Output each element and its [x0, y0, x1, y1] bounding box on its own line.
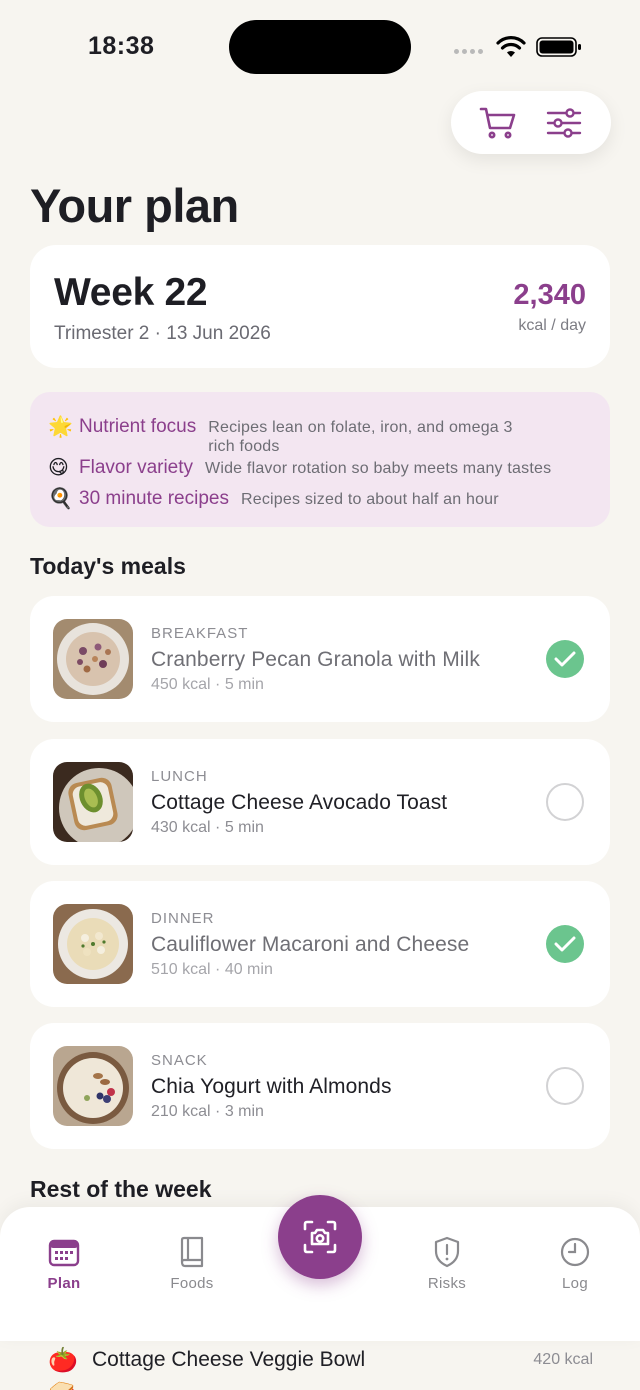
focus-row-nutrient: 🌟 Nutrient focus Recipes lean on folate,… — [48, 414, 513, 456]
focus-desc: Wide flavor rotation so baby meets many … — [205, 460, 552, 477]
star-icon: 🌟 — [48, 416, 73, 438]
cart-button[interactable] — [478, 103, 518, 143]
meal-name: Cauliflower Macaroni and Cheese — [151, 933, 470, 956]
meal-card-lunch[interactable]: LUNCH Cottage Cheese Avocado Toast 430 k… — [30, 739, 610, 865]
nav-log[interactable]: Log — [530, 1235, 620, 1292]
meal-meta: 430 kcal · 5 min — [151, 819, 264, 836]
meal-photo — [53, 762, 133, 842]
meal-name: Cranberry Pecan Granola with Milk — [151, 648, 480, 671]
focus-row-time: 🍳 30 minute recipes Recipes sized to abo… — [48, 486, 499, 512]
meal-name: Chia Yogurt with Almonds — [151, 1075, 392, 1098]
sliders-icon — [546, 107, 582, 138]
meal-done-checkbox[interactable] — [546, 783, 584, 821]
meal-meta: 450 kcal · 5 min — [151, 676, 264, 693]
section-title-today: Today's meals — [30, 553, 186, 579]
tomato-icon: 🍅 — [48, 1346, 78, 1374]
meal-photo — [53, 619, 133, 699]
pan-icon: 🍳 — [48, 488, 73, 510]
meal-card-breakfast[interactable]: BREAKFAST Cranberry Pecan Granola with M… — [30, 596, 610, 722]
daily-kcal-unit: kcal / day — [518, 317, 586, 334]
meal-photo — [53, 904, 133, 984]
smile-icon: 😋 — [48, 457, 69, 479]
meal-meta: 510 kcal · 40 min — [151, 961, 273, 978]
week-subtitle: Trimester 2 · 13 Jun 2026 — [54, 323, 271, 344]
plan-focus-card: 🌟 Nutrient focus Recipes lean on folate,… — [30, 392, 610, 527]
meal-type: DINNER — [151, 910, 215, 927]
nav-plan[interactable]: Plan — [19, 1235, 109, 1292]
nav-label: Risks — [427, 1275, 467, 1292]
filter-button[interactable] — [544, 103, 584, 143]
top-actions — [451, 91, 611, 154]
book-icon — [180, 1236, 204, 1268]
focus-desc-line: rich foods — [208, 438, 280, 455]
nav-risks[interactable]: Risks — [402, 1235, 492, 1292]
week-title: Week 22 — [54, 271, 208, 314]
calendar-icon — [48, 1239, 80, 1267]
week-meal-row-partial[interactable]: 🥪 — [48, 1380, 75, 1390]
focus-row-flavor: 😋 Flavor variety Wide flavor rotation so… — [48, 455, 551, 481]
scan-food-button[interactable] — [278, 1195, 362, 1279]
dynamic-island — [229, 20, 411, 74]
focus-label: Nutrient focus — [79, 416, 197, 437]
page-title: Your plan — [30, 179, 239, 232]
status-time: 18:38 — [88, 32, 155, 60]
meal-type: SNACK — [151, 1052, 208, 1069]
sandwich-icon: 🥪 — [48, 1380, 75, 1390]
checkmark-icon — [554, 936, 576, 952]
checkmark-icon — [554, 651, 576, 667]
camera-scan-icon — [303, 1220, 337, 1254]
wifi-icon — [496, 36, 526, 57]
daily-kcal-value: 2,340 — [513, 279, 586, 311]
cart-icon — [479, 107, 516, 138]
clock-icon — [560, 1237, 590, 1267]
nav-foods[interactable]: Foods — [147, 1235, 237, 1292]
focus-label: Flavor variety — [79, 457, 194, 478]
focus-desc: Recipes sized to about half an hour — [240, 491, 499, 508]
week-card[interactable]: Week 22 Trimester 2 · 13 Jun 2026 2,340 … — [30, 245, 610, 368]
nav-label: Log — [562, 1275, 588, 1292]
focus-desc-line: Recipes lean on folate, iron, and omega … — [208, 419, 513, 436]
meal-type: BREAKFAST — [151, 625, 249, 642]
week-meal-name: Cottage Cheese Veggie Bowl — [92, 1348, 366, 1371]
meal-name: Cottage Cheese Avocado Toast — [151, 791, 448, 814]
section-title-rest: Rest of the week — [30, 1176, 212, 1202]
signal-icon — [454, 49, 483, 54]
meal-done-checkbox[interactable] — [546, 1067, 584, 1105]
shield-alert-icon — [434, 1236, 460, 1268]
meal-meta: 210 kcal · 3 min — [151, 1103, 264, 1120]
meal-card-dinner[interactable]: DINNER Cauliflower Macaroni and Cheese 5… — [30, 881, 610, 1007]
focus-desc: Recipes lean on folate, iron, and omega … — [208, 414, 512, 456]
meal-card-snack[interactable]: SNACK Chia Yogurt with Almonds 210 kcal … — [30, 1023, 610, 1149]
battery-icon — [536, 37, 581, 57]
status-bar: 18:38 — [0, 0, 640, 92]
week-meal-kcal: 420 kcal — [533, 1351, 593, 1368]
meal-photo — [53, 1046, 133, 1126]
focus-label: 30 minute recipes — [79, 488, 229, 509]
meal-done-checkbox[interactable] — [546, 925, 584, 963]
nav-label: Plan — [47, 1275, 81, 1292]
week-meal-row[interactable]: 🍅 Cottage Cheese Veggie Bowl 420 kcal — [48, 1345, 593, 1375]
nav-label: Foods — [170, 1275, 214, 1292]
meal-type: LUNCH — [151, 768, 208, 785]
meal-done-checkbox[interactable] — [546, 640, 584, 678]
